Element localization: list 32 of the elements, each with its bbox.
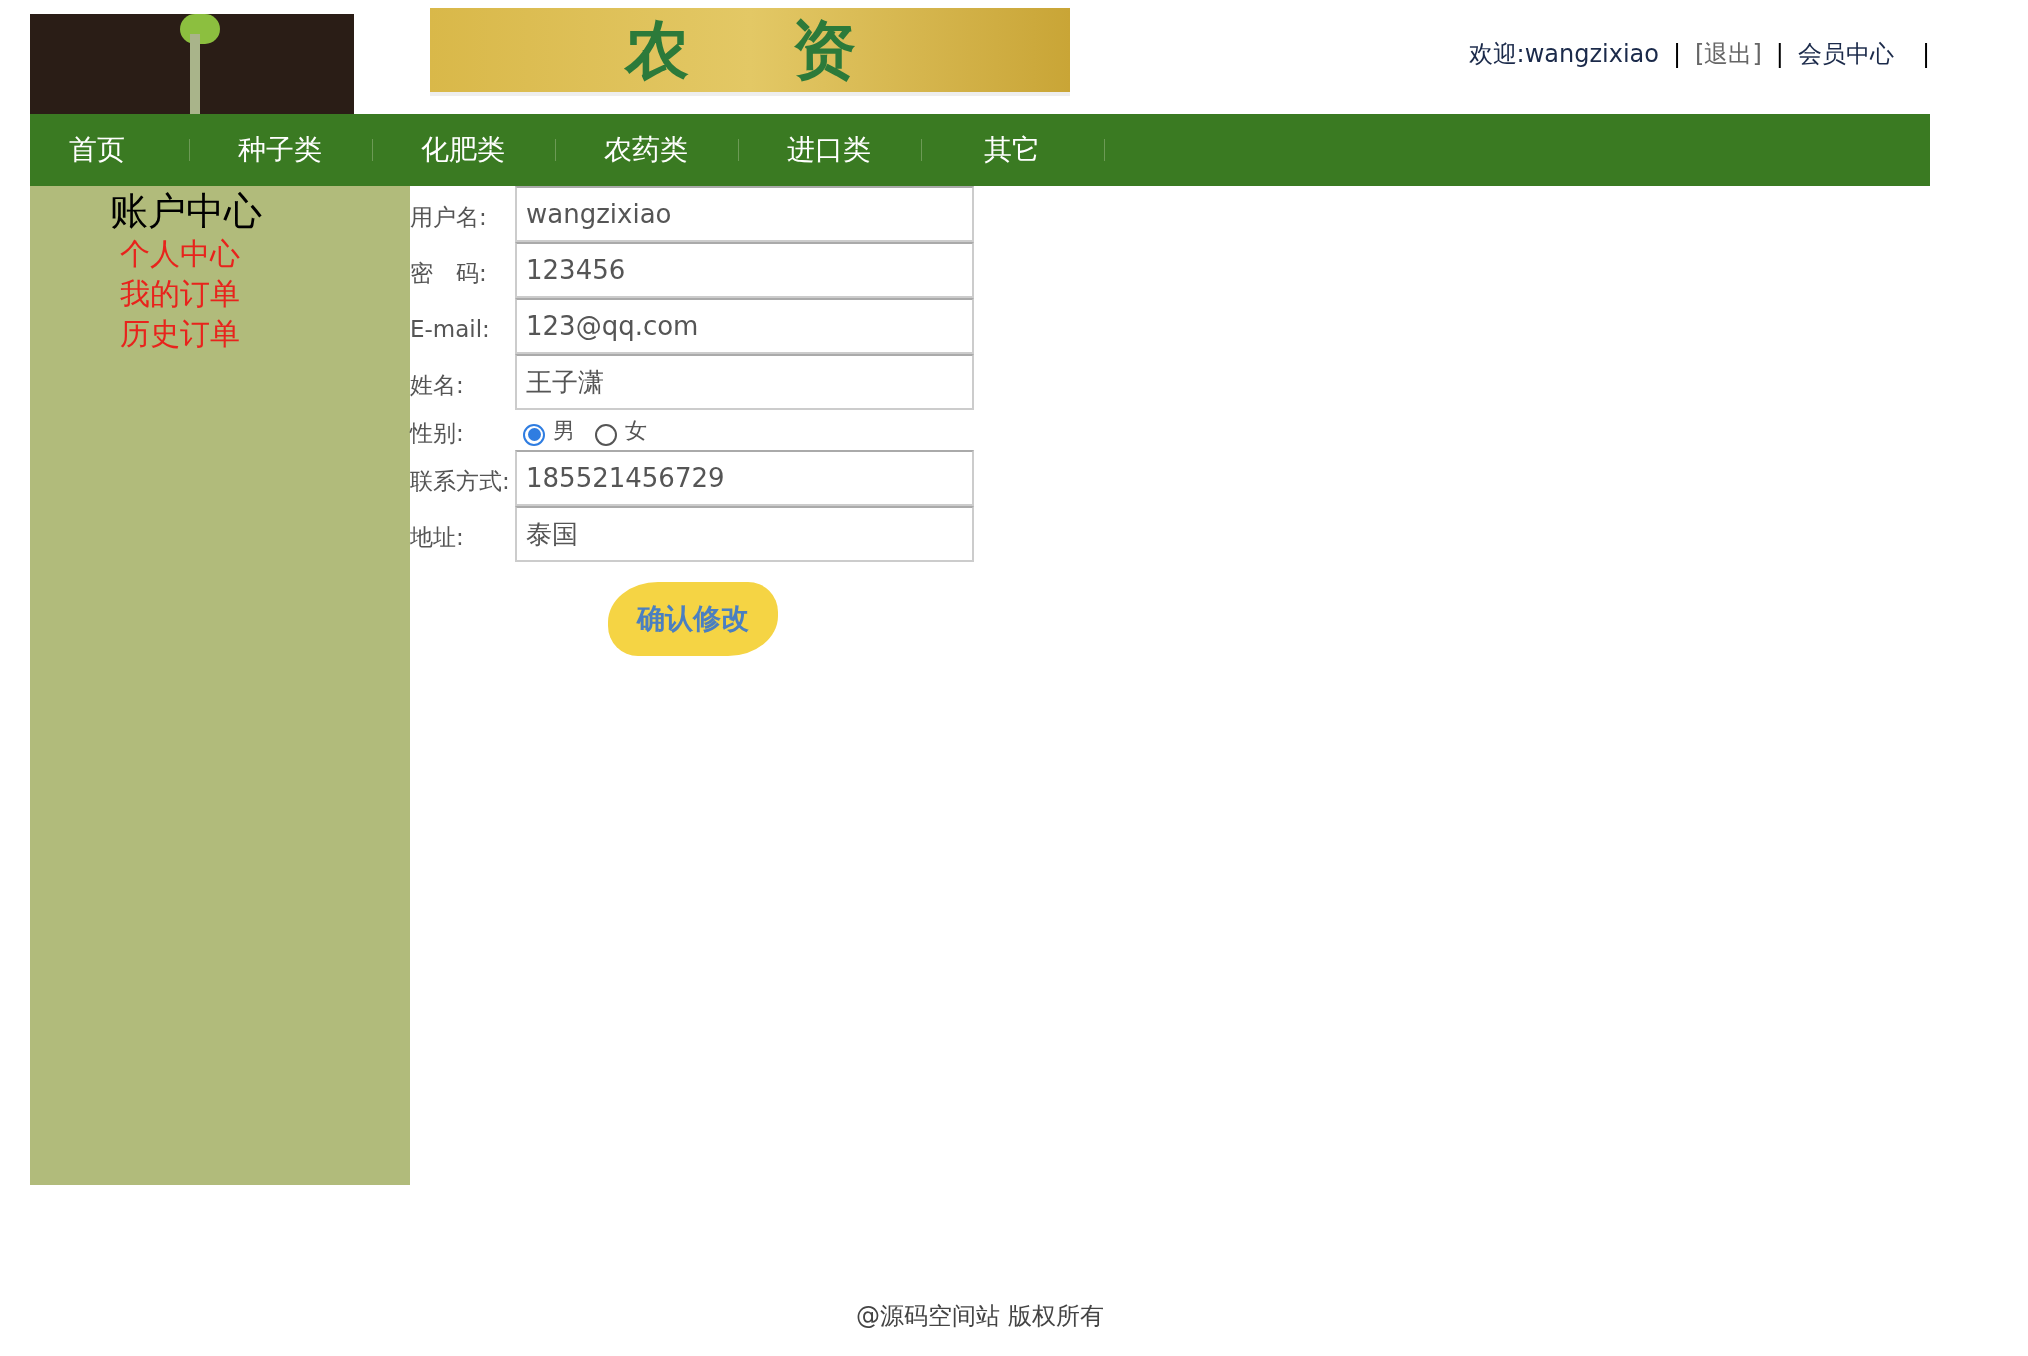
separator-text: | <box>1775 39 1784 70</box>
footer-text: @源码空间站 版权所有 <box>856 1301 1104 1332</box>
logout-link[interactable]: [退出] <box>1695 36 1762 72</box>
input-field[interactable]: 185521456729 <box>515 450 974 506</box>
member-center-link[interactable]: 会员中心 <box>1797 36 1894 72</box>
input-field[interactable]: 123456 <box>515 242 974 298</box>
nav-link[interactable]: 其它 <box>952 129 1072 171</box>
welcome-text: 欢迎:wangzixiao <box>1468 39 1659 70</box>
input-field[interactable]: wangzixiao <box>515 186 974 242</box>
input-field[interactable]: 王子潇 <box>515 354 974 410</box>
field-label: E-mail: <box>410 315 491 344</box>
field-label: 地址: <box>410 523 465 552</box>
separator-text: | <box>1673 39 1682 70</box>
field-label: 性别: <box>410 419 465 448</box>
radio-label: 女 <box>625 417 647 445</box>
sidebar-title: 账户中心 <box>110 188 263 234</box>
radio-label: 男 <box>553 417 575 445</box>
confirm-button[interactable]: 确认修改 <box>608 582 778 656</box>
radio-button[interactable] <box>523 423 545 446</box>
nav-link[interactable]: 首页 <box>37 129 157 171</box>
field-label: 密 码: <box>410 259 488 288</box>
radio-button[interactable] <box>595 423 617 446</box>
field-label: 联系方式: <box>410 467 511 496</box>
field-label: 用户名: <box>410 203 488 232</box>
input-field[interactable]: 泰国 <box>515 506 974 562</box>
input-field[interactable]: 123@qq.com <box>515 298 974 354</box>
nav-link[interactable]: 农药类 <box>586 129 706 171</box>
nav-link[interactable]: 种子类 <box>220 129 340 171</box>
nav-link[interactable]: 化肥类 <box>403 129 523 171</box>
separator-text: | <box>1921 39 1930 70</box>
field-label: 姓名: <box>410 371 465 400</box>
nav-link[interactable]: 进口类 <box>769 129 889 171</box>
